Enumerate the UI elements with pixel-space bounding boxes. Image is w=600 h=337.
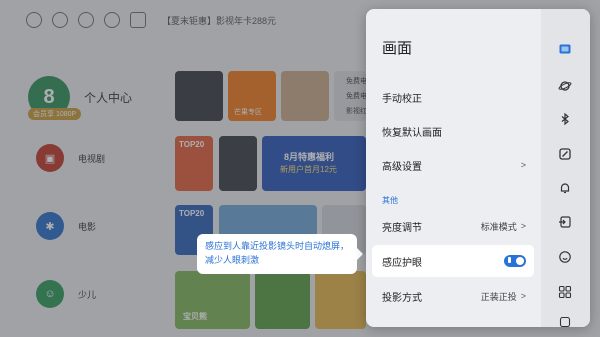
toggle-on-mark-icon bbox=[508, 257, 511, 263]
picture-icon[interactable] bbox=[558, 42, 572, 56]
item-value: 正装正投 bbox=[480, 291, 517, 302]
face-icon[interactable] bbox=[558, 250, 572, 264]
picture-settings-panel: 画面 手动校正 恢复默认画面 高级设置 > 其他 亮度调节 标准模式 > 感应护… bbox=[366, 9, 590, 327]
item-value: 标准模式 bbox=[480, 221, 517, 232]
toggle-knob bbox=[516, 257, 524, 265]
chevron-right-icon: > bbox=[520, 291, 526, 301]
settings-list: 画面 手动校正 恢复默认画面 高级设置 > 其他 亮度调节 标准模式 > 感应护… bbox=[366, 9, 541, 327]
settings-category-rail bbox=[541, 9, 590, 327]
section-label: 其他 bbox=[382, 196, 398, 205]
projector-icon[interactable] bbox=[558, 147, 572, 161]
item-label: 高级设置 bbox=[382, 161, 422, 173]
apps-icon[interactable] bbox=[558, 285, 572, 299]
panel-title: 画面 bbox=[382, 40, 413, 57]
item-label: 恢复默认画面 bbox=[382, 127, 442, 139]
tooltip-text: 感应到人靠近投影镜头时自动熄屏，减少人眼刺激 bbox=[205, 241, 350, 265]
item-label: 感应护眼 bbox=[382, 257, 422, 269]
manual-correction-item[interactable]: 手动校正 bbox=[372, 81, 534, 113]
bluetooth-icon[interactable] bbox=[558, 112, 572, 126]
eye-protection-item[interactable]: 感应护眼 bbox=[372, 245, 534, 277]
item-label: 亮度调节 bbox=[382, 222, 422, 234]
more-icon[interactable] bbox=[558, 315, 572, 327]
restore-default-item[interactable]: 恢复默认画面 bbox=[372, 115, 534, 147]
item-label: 投影方式 bbox=[382, 292, 422, 304]
eye-protection-tooltip: 感应到人靠近投影镜头时自动熄屏，减少人眼刺激 bbox=[197, 234, 363, 274]
input-source-icon[interactable] bbox=[558, 215, 572, 229]
projection-mode-item[interactable]: 投影方式 正装正投 > bbox=[372, 280, 534, 312]
bell-icon[interactable] bbox=[558, 181, 572, 195]
eye-protection-toggle[interactable] bbox=[504, 255, 526, 267]
chevron-right-icon: > bbox=[520, 221, 526, 231]
planet-icon[interactable] bbox=[558, 79, 572, 93]
advanced-settings-item[interactable]: 高级设置 > bbox=[372, 149, 534, 181]
item-label: 手动校正 bbox=[382, 93, 422, 105]
chevron-right-icon: > bbox=[520, 160, 526, 170]
brightness-item[interactable]: 亮度调节 标准模式 > bbox=[372, 210, 534, 242]
